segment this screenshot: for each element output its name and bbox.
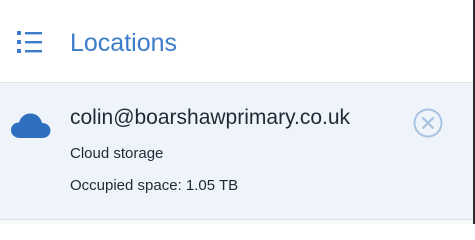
- locations-panel: Locations colin@boarshawprimary.co.uk Cl…: [0, 0, 475, 224]
- occupied-space: Occupied space: 1.05 TB: [70, 177, 239, 194]
- cloud-icon: [11, 113, 51, 139]
- panel-footer: [0, 220, 473, 224]
- panel-header: Locations: [0, 0, 473, 83]
- list-menu-icon[interactable]: [16, 29, 44, 55]
- account-email: colin@boarshawprimary.co.uk: [70, 106, 351, 129]
- location-item-cloud[interactable]: colin@boarshawprimary.co.uk Cloud storag…: [0, 83, 473, 220]
- storage-type: Cloud storage: [70, 145, 164, 162]
- close-circle-icon: [413, 108, 443, 138]
- page-title: Locations: [70, 29, 178, 57]
- remove-location-button[interactable]: [413, 108, 443, 138]
